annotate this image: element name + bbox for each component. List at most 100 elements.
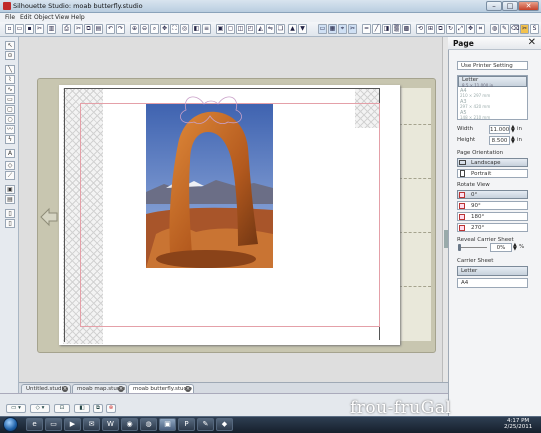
save-icon[interactable]: ▪ (25, 24, 34, 34)
width-input[interactable]: 11.000 (489, 125, 510, 134)
eraser-tool-icon[interactable]: ◇ (5, 161, 15, 170)
menu-object[interactable]: Object (34, 14, 54, 21)
group-icon[interactable]: ▣ (216, 24, 225, 34)
zoom-select-icon[interactable]: ⌕ (150, 24, 159, 34)
rotate-180[interactable]: 180° (457, 212, 528, 221)
layer-down-icon[interactable]: ▤ (5, 195, 15, 204)
zoom-icon[interactable]: ◎ (180, 24, 189, 34)
eraser-icon[interactable]: ⌫ (510, 24, 519, 34)
fill-panel-icon[interactable]: ◨ (382, 24, 391, 34)
ellipse-tool-icon[interactable]: ○ (5, 115, 15, 124)
tab-moab-butterfly[interactable]: moab butterfly.studio × (128, 384, 194, 393)
line-style-panel-icon[interactable]: ═ (362, 24, 371, 34)
point-edit-tool-icon[interactable]: ⊙ (5, 51, 15, 60)
word-taskbar-icon[interactable]: W (102, 418, 119, 431)
start-button-icon[interactable] (3, 417, 18, 432)
paint-taskbar-icon[interactable]: ✎ (197, 418, 214, 431)
cut-settings-icon[interactable]: ✂ (35, 24, 44, 34)
tab-moab-map[interactable]: moab map.studio × (72, 384, 127, 393)
line-color-icon[interactable]: ╱ (372, 24, 381, 34)
rotate-icon[interactable]: ↻ (446, 24, 455, 34)
zoom-out-icon[interactable]: ⊖ (140, 24, 149, 34)
line-style-icon[interactable]: ≡ (202, 24, 211, 34)
make-compound-icon[interactable]: ◫ (236, 24, 245, 34)
print-icon[interactable]: ⎙ (62, 24, 71, 34)
outlook-taskbar-icon[interactable]: ✉ (83, 418, 100, 431)
pan-icon[interactable]: ✥ (160, 24, 169, 34)
knife-icon[interactable]: ✎ (500, 24, 509, 34)
menu-help[interactable]: Help (71, 14, 85, 21)
paste-icon[interactable]: ▤ (94, 24, 103, 34)
photoshop-taskbar-icon[interactable]: P (178, 418, 195, 431)
rounded-rectangle-tool-icon[interactable]: ▢ (5, 105, 15, 114)
menu-edit[interactable]: Edit (20, 14, 32, 21)
select-color-icon[interactable]: ◧ (74, 404, 90, 413)
text-tool-icon[interactable]: A (5, 149, 15, 158)
panel-close-icon[interactable]: ✕ (528, 37, 536, 48)
rectangle-tool-icon[interactable]: ▭ (5, 95, 15, 104)
width-stepper[interactable]: ▲ ▼ (511, 125, 515, 134)
media-player-taskbar-icon[interactable]: ▶ (64, 418, 81, 431)
release-compound-icon[interactable]: ◰ (246, 24, 255, 34)
chrome-taskbar-icon[interactable]: ◉ (121, 418, 138, 431)
library-tool-icon[interactable]: ▯ (5, 219, 15, 228)
rotate-90[interactable]: 90° (457, 201, 528, 210)
reveal-stepper[interactable]: ▲ ▼ (513, 243, 517, 252)
gradient-icon[interactable]: ▒ (392, 24, 401, 34)
butterfly-outline[interactable] (146, 92, 286, 152)
bring-front-icon[interactable]: ▲ (288, 24, 297, 34)
deselect-icon[interactable]: ◇ ▾ (30, 404, 50, 413)
printer-setting-button[interactable]: Use Printer Setting (457, 61, 528, 70)
open-icon[interactable]: ▭ (15, 24, 24, 34)
line-tool-icon[interactable]: ╲ (5, 65, 15, 74)
polygon-tool-icon[interactable]: ⌇ (5, 75, 15, 84)
app-taskbar-icon[interactable]: ◆ (216, 418, 233, 431)
new-icon[interactable]: ▫ (5, 24, 14, 34)
height-input[interactable]: 8.500 (489, 136, 510, 145)
transform-icon[interactable]: ⟲ (416, 24, 425, 34)
reveal-slider-thumb[interactable] (458, 244, 461, 251)
reveal-input[interactable]: 0% (490, 243, 512, 252)
explorer-taskbar-icon[interactable]: ▭ (45, 418, 62, 431)
flip-icon[interactable]: ⇋ (266, 24, 275, 34)
cut-settings-panel-icon[interactable]: ✂ (348, 24, 357, 34)
ie-taskbar-icon[interactable]: e (26, 418, 43, 431)
rotate-270[interactable]: 270° (457, 223, 528, 232)
replicate-icon[interactable]: ❏ (276, 24, 285, 34)
send-to-cutter-icon[interactable]: ✂ (520, 24, 529, 34)
copy-icon[interactable]: ⧉ (84, 24, 93, 34)
taskbar-clock[interactable]: 4:17 PM 2/25/2011 (504, 418, 532, 430)
paper-size-selected[interactable]: Letter 8.5 × 11.000 in (458, 76, 527, 88)
offset-icon[interactable]: ◍ (490, 24, 499, 34)
orientation-portrait[interactable]: Portrait (457, 169, 528, 178)
tab-close-icon[interactable]: × (118, 386, 124, 392)
maximize-button[interactable]: □ (502, 1, 518, 11)
undo-icon[interactable]: ↶ (106, 24, 115, 34)
select-tool-icon[interactable]: ↖ (5, 41, 15, 50)
registration-icon[interactable]: ⌖ (338, 24, 347, 34)
align-icon[interactable]: ⊞ (426, 24, 435, 34)
transform-tool-icon[interactable]: ▯ (5, 209, 15, 218)
ungroup-icon[interactable]: ▢ (226, 24, 235, 34)
tab-close-icon[interactable]: × (185, 386, 191, 392)
zoom-in-icon[interactable]: ⊕ (130, 24, 139, 34)
duplicate-icon[interactable]: ⧉ (93, 404, 103, 413)
reveal-slider-track[interactable] (459, 247, 487, 248)
orientation-landscape[interactable]: Landscape (457, 158, 528, 167)
tab-untitled[interactable]: Untitled.studio × (21, 384, 71, 393)
rotate-0[interactable]: 0° (457, 190, 528, 199)
firefox-taskbar-icon[interactable]: ◍ (140, 418, 157, 431)
carrier-letter[interactable]: Letter (457, 266, 528, 276)
minimize-button[interactable]: – (486, 1, 502, 11)
scale-icon[interactable]: ⤢ (456, 24, 465, 34)
cut-icon[interactable]: ✂ (74, 24, 83, 34)
smooth-freehand-tool-icon[interactable]: ϟ (5, 135, 15, 144)
fit-page-icon[interactable]: ⛶ (170, 24, 179, 34)
close-button[interactable]: ✕ (518, 1, 539, 11)
curve-tool-icon[interactable]: ∿ (5, 85, 15, 94)
page-settings-icon[interactable]: ▭ (318, 24, 327, 34)
store-icon[interactable]: S (530, 24, 539, 34)
redo-icon[interactable]: ↷ (116, 24, 125, 34)
freehand-tool-icon[interactable]: 〰 (5, 125, 15, 134)
grid-settings-icon[interactable]: ▦ (328, 24, 337, 34)
